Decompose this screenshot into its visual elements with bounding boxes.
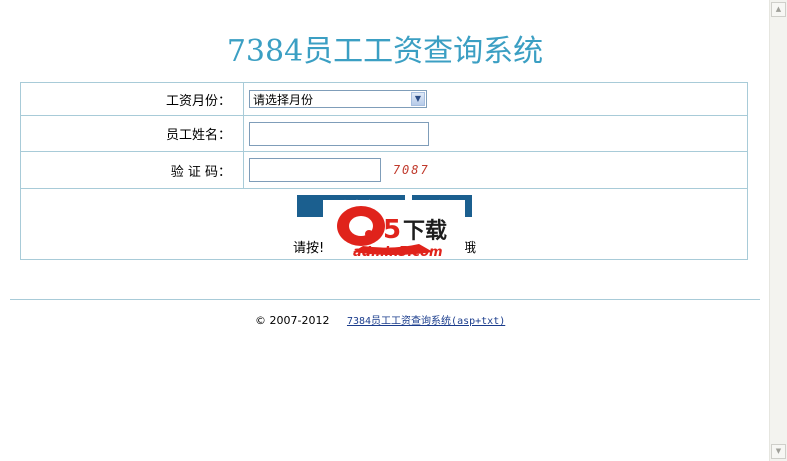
logo-site: admin5.com [353,245,443,258]
employee-name-input[interactable] [249,121,429,146]
logo-brand-suffix: 下载 [403,218,447,244]
a5-download-watermark-logo: 5 下载 admin5.com [323,200,465,258]
verification-code-input[interactable] [249,158,381,182]
captcha-image[interactable]: 7087 [393,163,430,177]
footer-system-link[interactable]: 7384员工工资查询系统(asp+txt) [347,316,505,327]
footer: © 2007-2012 7384员工工资查询系统(asp+txt) [255,312,505,327]
code-label: 验 证 码： [20,151,244,189]
hint-text-start: 请按! [293,241,325,256]
month-select-value: 请选择月份 [253,93,314,107]
scroll-down-arrow-icon[interactable]: ▼ [771,444,786,459]
page-title: 7384员工工资查询系统 [226,34,544,69]
month-label: 工资月份： [20,82,244,116]
scroll-up-arrow-icon[interactable]: ▲ [771,2,786,17]
vertical-scrollbar[interactable]: ▲ ▼ [769,0,787,461]
copyright-text: © 2007-2012 [255,314,330,327]
name-label: 员工姓名： [20,115,244,152]
chevron-down-icon[interactable]: ▼ [411,92,425,106]
month-select[interactable]: 请选择月份 ▼ [249,90,427,108]
hint-text: 请按! 哦 [293,237,476,256]
svg-text:5: 5 [383,215,401,245]
footer-divider [10,299,760,300]
